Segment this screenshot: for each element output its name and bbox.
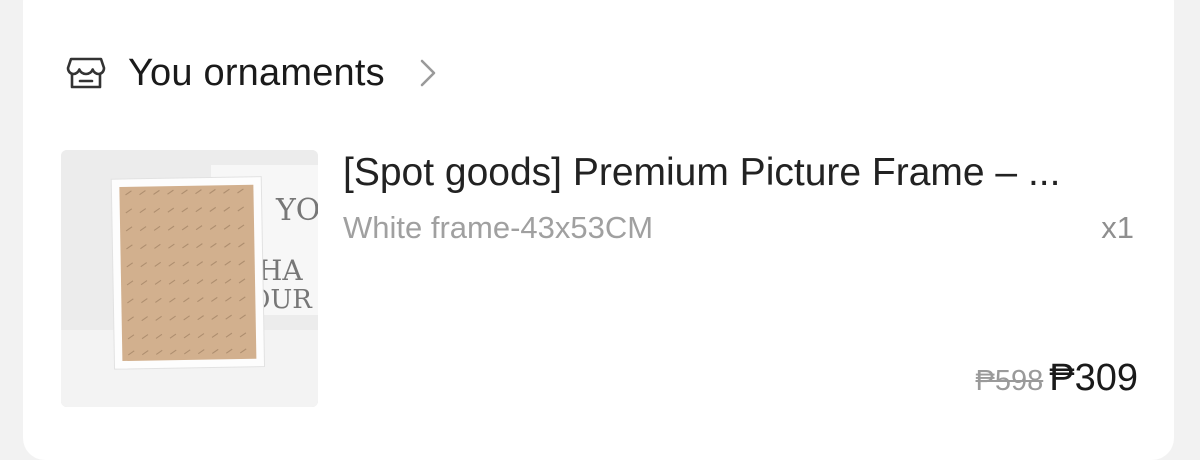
sale-price: ₱309 [1049, 357, 1138, 399]
product-thumbnail[interactable]: YO HA OUR [61, 150, 318, 407]
poster-text-1: YO [275, 193, 318, 228]
product-variant: White frame-43x53CM [343, 210, 654, 245]
product-title[interactable]: [Spot goods] Premium Picture Frame – ... [343, 150, 1138, 196]
poster-text-2: HA [258, 254, 303, 287]
price-group: ₱598 ₱309 [976, 357, 1138, 400]
store-icon [66, 53, 106, 93]
product-quantity: x1 [1101, 210, 1134, 245]
original-price: ₱598 [975, 365, 1044, 397]
chevron-right-icon[interactable] [419, 58, 441, 88]
shop-header[interactable]: You ornaments [66, 48, 441, 98]
shop-name[interactable]: You ornaments [128, 52, 385, 95]
picture-frame-image: YO HA OUR [61, 150, 318, 407]
